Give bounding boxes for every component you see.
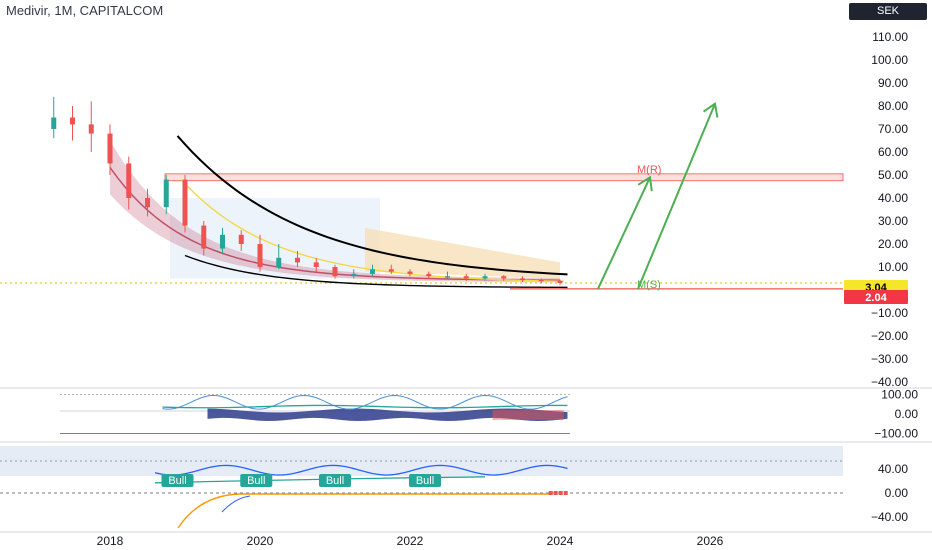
chart-root: Medivir, 1M, CAPITALCOM SEK 110.00 100.00… [0,0,932,550]
bull-label: Bull [416,475,434,487]
candle-body [445,276,450,278]
y-tick-label: 60.00 [878,145,908,159]
price-tag-label: 2.04 [865,292,887,304]
candle-body [520,278,525,280]
bull-label: Bull [326,475,344,487]
annotation-label: M(S) [637,279,661,291]
candle-body [313,262,319,267]
annotation-label: M(R) [637,164,661,176]
osc-y-tick-label: −100.00 [874,427,918,441]
osc-y-tick-label: 100.00 [881,388,918,402]
candle-body [51,117,57,129]
candle-body [88,124,94,134]
y-tick-label: 20.00 [878,237,908,251]
candle-body [238,234,244,244]
x-tick-label: 2018 [97,534,124,548]
y-tick-label: 70.00 [878,122,908,136]
y-tick-label: 10.00 [878,260,908,274]
candle-body [182,179,188,226]
chart-svg[interactable]: 110.00 100.00 90.00 80.00 70.00 60.00 50.00 40.… [0,0,932,550]
candle-body [463,276,469,279]
y-tick-label: 80.00 [878,99,908,113]
rsi-end-marker [558,491,563,495]
candle-body [501,276,507,279]
y-tick-label: 50.00 [878,168,908,182]
y-tick-label: −20.00 [871,329,908,343]
candle-body [220,234,225,249]
x-tick-label: 2020 [247,534,274,548]
candle-body [70,117,75,125]
arrow-to-resistance [597,176,651,290]
rsi-y-tick-label: 40.00 [878,462,908,476]
candle-body [257,244,263,267]
rsi-y-tick-label: −40.00 [871,510,908,524]
candle-body [201,225,207,249]
candle-body [351,273,357,277]
candle-body [482,276,488,279]
projection-zone [365,227,560,279]
rsi-end-marker [553,491,558,495]
candle-body [332,267,338,277]
x-tick-label: 2022 [397,534,424,548]
candle-body [163,179,169,208]
bull-label: Bull [247,475,265,487]
y-tick-label: 30.00 [878,214,908,228]
candle-body [107,133,113,164]
y-tick-label: −30.00 [871,352,908,366]
rsi-y-tick-label: 0.00 [885,486,909,500]
candle-body [426,273,432,277]
candle-body [370,269,375,274]
candle-body [388,269,394,272]
y-tick-label: 40.00 [878,191,908,205]
y-tick-label: 90.00 [878,76,908,90]
candle-body [295,257,300,263]
osc-red-block [492,410,564,420]
resistance-zone [164,173,844,182]
bull-label: Bull [168,475,186,487]
candle-body [145,198,150,208]
y-tick-label: 110.00 [872,30,908,44]
rsi-end-marker [548,491,553,495]
candle-body [557,280,563,284]
candle-body [407,271,413,274]
x-tick-label: 2026 [697,534,724,548]
ema-orange-line [177,493,553,529]
y-tick-label: −10.00 [871,306,908,320]
ema-blue-line [221,495,251,513]
y-tick-label: 100.00 [871,53,908,67]
arrow-to-target [637,103,716,290]
candle-body [538,279,544,282]
osc-green-line [162,404,568,409]
candle-body [126,163,132,198]
x-tick-label: 2024 [547,534,574,548]
osc-y-tick-label: 0.00 [895,407,919,421]
rsi-end-marker [563,491,568,495]
candle-body [276,257,282,267]
